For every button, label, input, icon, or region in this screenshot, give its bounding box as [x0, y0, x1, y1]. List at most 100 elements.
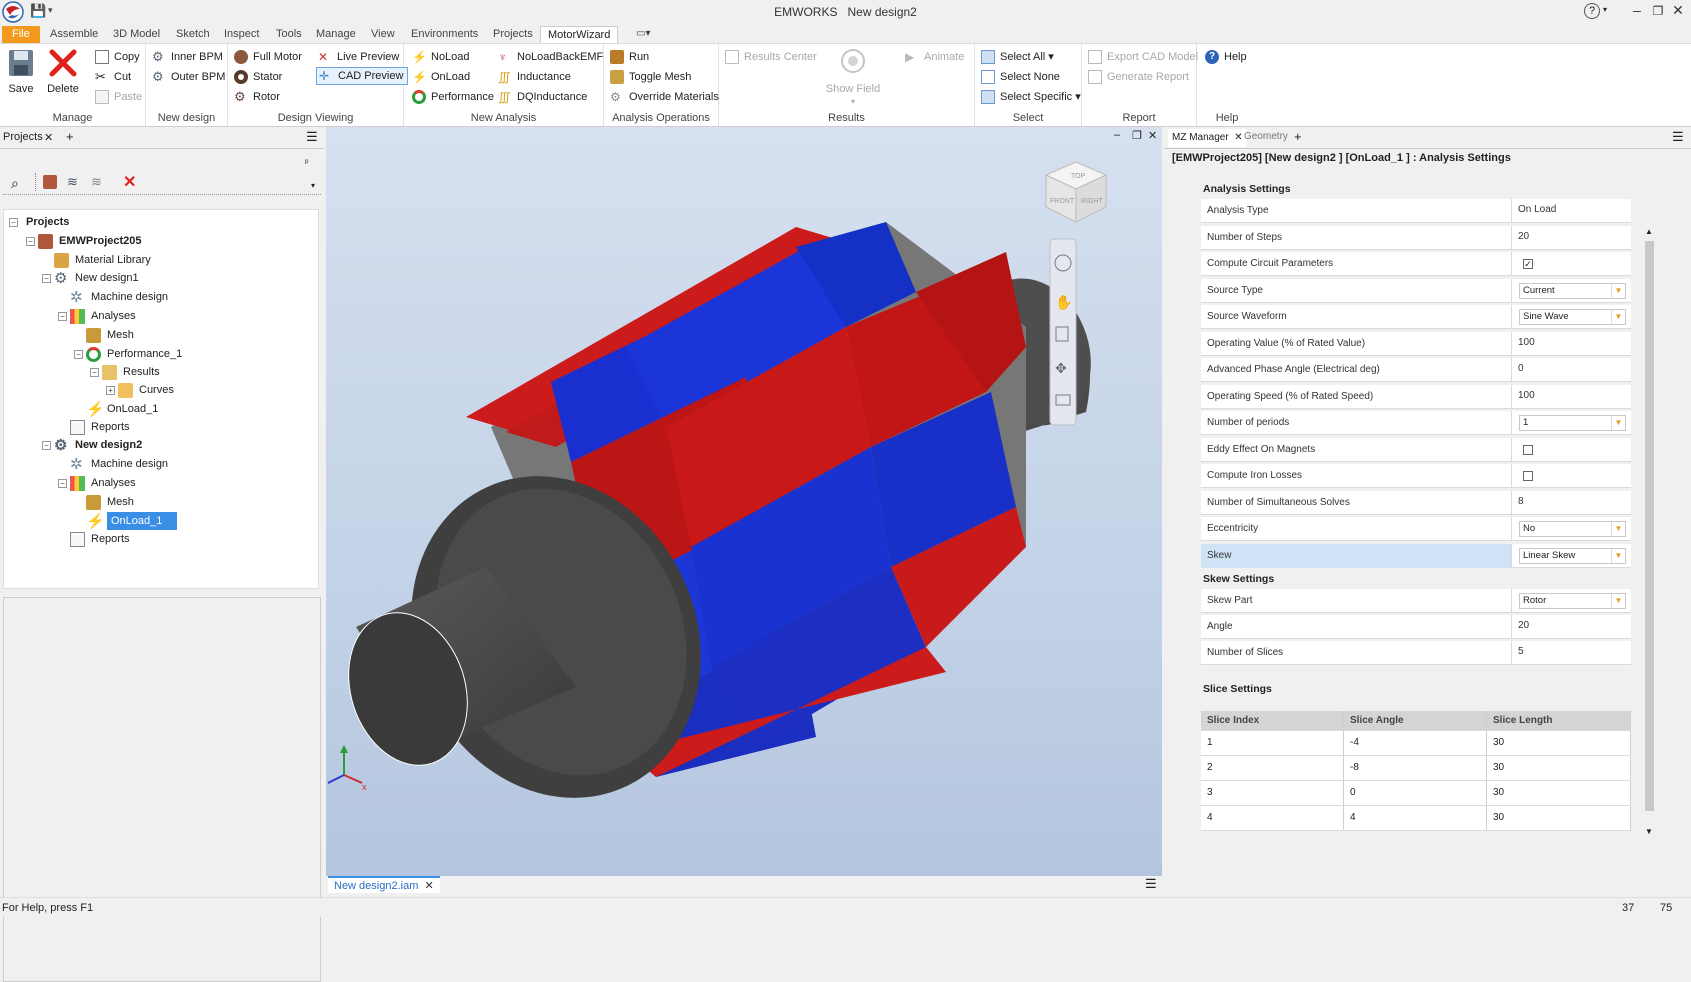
- property-value[interactable]: 5: [1518, 641, 1524, 665]
- chevron-down-icon[interactable]: ▼: [1611, 522, 1625, 536]
- toggle-mesh-button[interactable]: Toggle Mesh: [610, 68, 691, 86]
- tree-project-emwproject205[interactable]: EMWProject205: [38, 232, 142, 250]
- property-value[interactable]: 20: [1518, 226, 1529, 250]
- generate-report-button[interactable]: Generate Report: [1088, 68, 1189, 86]
- scroll-thumb[interactable]: [1645, 241, 1654, 811]
- delete-icon[interactable]: ✕: [123, 172, 136, 192]
- skew-property-row[interactable]: Angle 20: [1201, 615, 1631, 639]
- property-row[interactable]: Compute Iron Losses: [1201, 464, 1631, 488]
- property-row[interactable]: Source Waveform Sine Wave ▼: [1201, 305, 1631, 329]
- onload-button[interactable]: ⚡ OnLoad: [412, 68, 470, 86]
- table-cell[interactable]: 1: [1201, 731, 1344, 755]
- chevron-down-icon[interactable]: ▼: [1611, 548, 1625, 563]
- cad-preview-button[interactable]: ✛ CAD Preview: [316, 67, 409, 85]
- collapse-toggle[interactable]: −: [26, 237, 35, 246]
- property-row[interactable]: Advanced Phase Angle (Electrical deg) 0: [1201, 358, 1631, 382]
- table-cell[interactable]: 30: [1487, 756, 1631, 780]
- add-tab-icon[interactable]: +: [1294, 129, 1302, 144]
- tab-tools[interactable]: Tools: [274, 26, 304, 43]
- table-row[interactable]: 2 -8 30: [1201, 756, 1631, 781]
- document-tab[interactable]: New design2.iam ✕: [328, 876, 440, 893]
- property-dropdown[interactable]: Rotor ▼: [1519, 593, 1626, 609]
- column-header[interactable]: Slice Index: [1201, 711, 1344, 730]
- tab-projects[interactable]: Projects: [491, 26, 535, 43]
- property-checkbox[interactable]: ✓: [1523, 259, 1533, 269]
- table-row[interactable]: 1 -4 30: [1201, 731, 1631, 756]
- cut-button[interactable]: ✂ Cut: [95, 68, 131, 86]
- tab-assemble[interactable]: Assemble: [48, 26, 100, 43]
- pan-hand-icon[interactable]: ✋: [1055, 294, 1072, 310]
- tab-sketch[interactable]: Sketch: [174, 26, 212, 43]
- property-dropdown[interactable]: No ▼: [1519, 521, 1626, 537]
- rotor-button[interactable]: ⚙ Rotor: [234, 88, 280, 106]
- table-cell[interactable]: 4: [1201, 806, 1344, 830]
- toolbar-overflow-icon[interactable]: ▾: [311, 181, 315, 190]
- property-dropdown[interactable]: 1 ▼: [1519, 415, 1626, 431]
- table-row[interactable]: 4 4 30: [1201, 806, 1631, 831]
- skew-property-row[interactable]: Number of Slices 5: [1201, 641, 1631, 665]
- tab-view[interactable]: View: [369, 26, 397, 43]
- property-value[interactable]: 100: [1518, 385, 1535, 409]
- tree-new-design2[interactable]: ⚙ New design2: [54, 436, 142, 454]
- tree-analyses-2[interactable]: Analyses: [70, 474, 136, 492]
- chevron-down-icon[interactable]: ▼: [1611, 594, 1625, 608]
- table-cell[interactable]: 4: [1344, 806, 1487, 830]
- save-button[interactable]: Save: [3, 47, 39, 95]
- column-header[interactable]: Slice Length: [1487, 711, 1631, 730]
- tab-mz-manager[interactable]: MZ Manager ✕: [1168, 129, 1247, 147]
- property-row[interactable]: Operating Speed (% of Rated Speed) 100: [1201, 384, 1631, 409]
- restore-button[interactable]: ❐: [1647, 4, 1669, 18]
- select-all-button[interactable]: Select All ▾: [981, 48, 1054, 66]
- collapse-toggle[interactable]: −: [58, 479, 67, 488]
- orbit-icon[interactable]: ✥: [1055, 360, 1067, 376]
- table-cell[interactable]: 30: [1487, 731, 1631, 755]
- tree-reports-2[interactable]: Reports: [70, 530, 130, 548]
- column-header[interactable]: Slice Angle: [1344, 711, 1487, 730]
- tree-onload-1-design2[interactable]: ⚡ OnLoad_1: [86, 511, 178, 531]
- help-dropdown-icon[interactable]: ▾: [1603, 5, 1607, 14]
- select-none-button[interactable]: Select None: [981, 68, 1060, 86]
- property-value[interactable]: 0: [1518, 358, 1524, 382]
- copy-button[interactable]: Copy: [95, 48, 140, 66]
- collapse-toggle[interactable]: −: [74, 350, 83, 359]
- tree-material-library[interactable]: Material Library: [54, 251, 151, 269]
- property-row[interactable]: Number of Steps 20: [1201, 225, 1631, 250]
- property-row[interactable]: Eddy Effect On Magnets: [1201, 437, 1631, 462]
- close-document-icon[interactable]: ✕: [425, 880, 434, 892]
- tab-geometry[interactable]: Geometry: [1244, 131, 1288, 142]
- tree-mesh-1[interactable]: Mesh: [86, 326, 134, 344]
- tab-manage[interactable]: Manage: [314, 26, 358, 43]
- property-row[interactable]: Source Type Current ▼: [1201, 278, 1631, 303]
- chevron-down-icon[interactable]: ▼: [1611, 283, 1625, 298]
- property-value[interactable]: 20: [1518, 615, 1529, 639]
- property-checkbox[interactable]: [1523, 471, 1533, 481]
- help-icon[interactable]: ?: [1584, 3, 1600, 19]
- chevron-down-icon[interactable]: ▼: [1611, 310, 1625, 324]
- document-menu-icon[interactable]: ☰: [1145, 876, 1157, 892]
- table-cell[interactable]: 0: [1344, 781, 1487, 805]
- inductance-button[interactable]: ∭ Inductance: [498, 68, 571, 86]
- animate-button[interactable]: ▶ Animate: [905, 48, 964, 66]
- menu-icon[interactable]: ☰: [306, 129, 318, 145]
- viewport-maximize-button[interactable]: ❐: [1132, 129, 1142, 142]
- tab-file[interactable]: File: [2, 26, 40, 43]
- close-window-button[interactable]: ✕: [1667, 2, 1689, 19]
- tab-inspect[interactable]: Inspect: [222, 26, 261, 43]
- tab-environments[interactable]: Environments: [409, 26, 480, 43]
- minimize-button[interactable]: –: [1626, 2, 1648, 18]
- 3d-viewport[interactable]: TOP FRONT RIGHT ✋ ✥ z x – ❐ ✕: [326, 127, 1162, 876]
- property-row[interactable]: Compute Circuit Parameters ✓: [1201, 252, 1631, 276]
- motor-3d-model[interactable]: TOP FRONT RIGHT ✋ ✥ z x: [326, 127, 1162, 876]
- paste-button[interactable]: Paste: [95, 88, 142, 106]
- table-cell[interactable]: 3: [1201, 781, 1344, 805]
- collapse-toggle[interactable]: −: [42, 441, 51, 450]
- tab-projects-pane[interactable]: Projects: [3, 131, 43, 143]
- expand-all-icon[interactable]: ≋: [67, 174, 78, 190]
- tab-3d-model[interactable]: 3D Model: [111, 26, 162, 43]
- vertical-scrollbar[interactable]: ▲ ▼: [1643, 227, 1656, 839]
- property-dropdown[interactable]: Linear Skew ▼: [1519, 547, 1626, 564]
- chevron-down-icon[interactable]: ▼: [1611, 416, 1625, 430]
- stator-button[interactable]: Stator: [234, 68, 282, 86]
- tree-machine-design-1[interactable]: ✲ Machine design: [70, 288, 168, 306]
- noload-button[interactable]: ⚡ NoLoad: [412, 48, 470, 66]
